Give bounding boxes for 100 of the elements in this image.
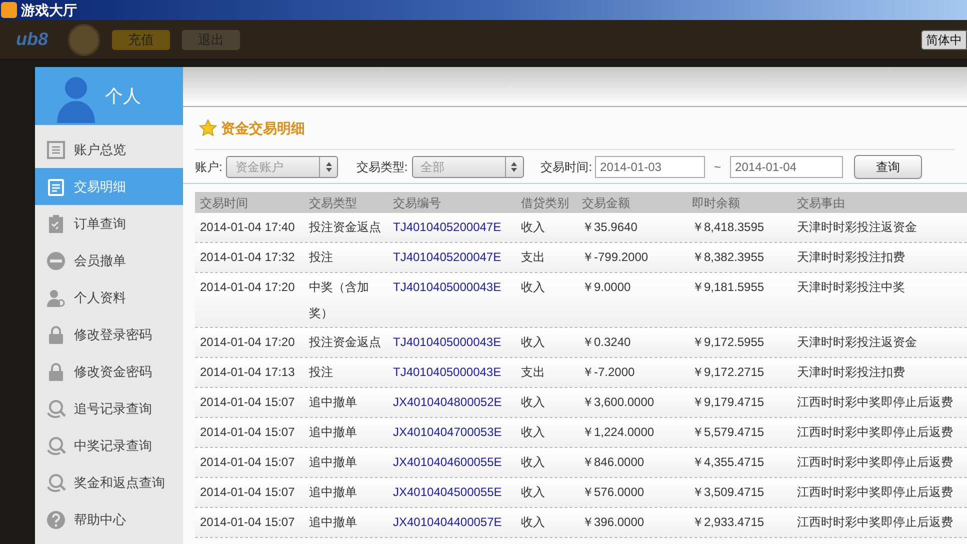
table-cell-text: 追中撤单 [308, 514, 358, 531]
table-cell-text: 追中撤单 [308, 394, 358, 411]
table-cell-text: 投注资金返点 [308, 334, 382, 351]
table-cell-text: 2014-01-04 15:07 [199, 515, 296, 530]
table-cell-text: ￥9.0000 [581, 280, 632, 296]
transaction-id-link[interactable]: TJ4010405200047E [388, 220, 516, 235]
sidebar-item[interactable]: 追号记录查询 [35, 390, 183, 427]
table-cell-text: ￥35.9640 [581, 220, 638, 235]
table-cell-text: 收入 [520, 485, 546, 500]
table-cell-text: 2014-01-04 15:07 [199, 485, 296, 500]
sidebar-item[interactable]: 订单查询 [35, 205, 183, 242]
table-cell-text: ￥8,382.3955 [691, 250, 766, 265]
range-separator: ~ [714, 158, 722, 176]
table-cell-text: 2014-01-04 17:20 [199, 280, 296, 296]
table-cell-text: 2014-01-04 15:07 [199, 455, 296, 470]
sidebar-item[interactable]: 会员撤单 [35, 242, 183, 279]
table-cell-text: ￥3,600.0000 [581, 395, 656, 410]
table-cell-text: 中奖（含加奖） [308, 279, 370, 322]
user-search-icon [46, 288, 66, 308]
table-cell-text: ￥4,355.4715 [691, 455, 766, 470]
transaction-id-link[interactable]: TJ4010405000043E [388, 365, 516, 380]
sidebar-item[interactable]: 个人资料 [35, 279, 183, 316]
table-cell-text: 2014-01-04 15:07 [199, 425, 296, 440]
table-cell-text: 收入 [520, 515, 546, 530]
table-cell-text: ￥-7.2000 [581, 365, 636, 380]
list-icon [46, 140, 66, 160]
magnifier-icon [46, 436, 66, 456]
lock-icon [46, 324, 66, 344]
table-cell-text: 江西时时彩中奖即停止后返费 [796, 485, 954, 500]
magnifier-icon [46, 398, 66, 418]
table-cell-text: ￥3,509.4715 [691, 485, 766, 500]
sidebar-item[interactable]: 账户总览 [35, 131, 183, 168]
table-cell-text: 2014-01-04 17:13 [199, 365, 296, 380]
table-cell-text: 天津时时彩投注扣费 [796, 250, 906, 265]
table-cell-text: 2014-01-04 17:40 [199, 220, 296, 235]
date-to-field[interactable]: 2014-01-04 [730, 156, 844, 178]
table-cell-text: 投注资金返点 [308, 219, 382, 236]
document-icon [46, 176, 66, 196]
minus-circle-icon [46, 250, 66, 270]
language-button[interactable]: 简体中 [921, 30, 967, 50]
transaction-id-link[interactable]: JX4010404600055E [388, 455, 516, 470]
spinner-arrows-icon [324, 160, 333, 172]
sidebar-item[interactable]: 修改登录密码 [35, 316, 183, 353]
table-cell-text: 收入 [520, 335, 546, 350]
table-cell-text: 收入 [520, 395, 546, 410]
table-cell-text: 支出 [520, 250, 546, 265]
table-cell-text: 收入 [520, 280, 546, 296]
window-title: 游戏大厅 [21, 0, 77, 20]
transaction-id-link[interactable]: JX4010404800052E [388, 395, 516, 410]
table-cell-text: ￥396.0000 [581, 515, 646, 530]
table-cell-text: 2014-01-04 15:07 [199, 395, 296, 410]
query-button[interactable]: 查询 [854, 154, 922, 178]
table-cell-text: 天津时时彩投注中奖 [796, 280, 906, 296]
transaction-id-link[interactable]: TJ4010405000043E [388, 280, 516, 320]
table-cell-text: ￥1,224.0000 [581, 425, 656, 440]
section-title: 资金交易明细 [221, 118, 305, 138]
transaction-id-link[interactable]: JX4010404700053E [388, 425, 516, 440]
transaction-id-link[interactable]: JX4010404400057E [388, 515, 516, 530]
table-cell-text: ￥846.0000 [581, 455, 646, 470]
account-label: 账户: [195, 158, 222, 176]
table-cell-text: 投注 [308, 249, 334, 266]
table-cell-text: 江西时时彩中奖即停止后返费 [796, 395, 954, 410]
date-from-field[interactable]: 2014-01-03 [595, 156, 706, 178]
transaction-id-link[interactable]: JX4010404500055E [388, 485, 516, 500]
transaction-id-link[interactable]: TJ4010405000043E [388, 335, 516, 350]
table-cell-text: 天津时时彩投注扣费 [796, 365, 906, 380]
sidebar-item[interactable]: 中奖记录查询 [35, 427, 183, 464]
table-cell-text: ￥9,172.5955 [691, 335, 766, 350]
sidebar-item[interactable]: 修改资金密码 [35, 353, 183, 390]
sidebar-item[interactable]: 帮助中心 [35, 501, 183, 538]
table-cell-text: 2014-01-04 17:32 [199, 250, 296, 265]
transaction-id-link[interactable]: TJ4010405200047E [388, 250, 516, 265]
table-cell-text: 收入 [520, 220, 546, 235]
app-logo-icon [1, 2, 17, 18]
table-cell-text: ￥0.3240 [581, 335, 632, 350]
table-cell-text: 江西时时彩中奖即停止后返费 [796, 455, 954, 470]
table-cell-text: 天津时时彩投注返资金 [796, 220, 918, 235]
spinner-arrows-icon [510, 160, 518, 172]
table-cell-text: 支出 [520, 365, 546, 380]
column-header: 交易金额 [581, 194, 631, 212]
column-header: 借贷类别 [520, 194, 570, 212]
table-cell-text: 天津时时彩投注返资金 [796, 335, 918, 350]
table-cell-text: 追中撤单 [308, 424, 358, 441]
table-cell-text: ￥8,418.3595 [691, 220, 766, 235]
star-icon [199, 119, 217, 137]
table-cell-text: 追中撤单 [308, 484, 358, 501]
user-silhouette-icon [55, 75, 97, 123]
sidebar-title: 个人 [105, 84, 141, 108]
time-label: 交易时间: [540, 158, 592, 176]
table-cell-text: 收入 [520, 455, 546, 470]
table-cell-text: ￥9,172.2715 [691, 365, 766, 380]
type-label: 交易类型: [356, 158, 408, 176]
table-cell-text: ￥576.0000 [581, 485, 646, 500]
table-cell-text: 江西时时彩中奖即停止后返费 [796, 425, 954, 440]
table-cell-text: 投注 [308, 364, 334, 381]
column-header: 交易类型 [308, 194, 358, 212]
clipboard-icon [46, 214, 66, 234]
column-header: 即时余额 [691, 194, 741, 212]
sidebar-item[interactable]: 奖金和返点查询 [35, 464, 183, 501]
table-cell-text: 2014-01-04 17:20 [199, 335, 296, 350]
